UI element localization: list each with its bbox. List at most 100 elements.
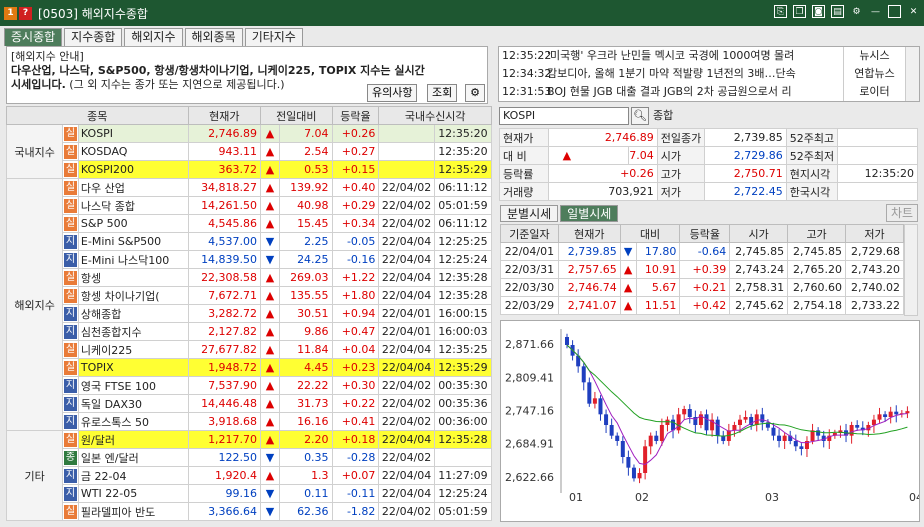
index-row[interactable]: 지금 22-04 1,920.4 ▲ 1.3 +0.07 22/04/04 11:27:09	[7, 466, 493, 485]
close-icon[interactable]: ✕	[907, 5, 920, 18]
index-row[interactable]: 지 WTI 22-05 99.16 ▼ 0.11 -0.11 22/04/04 12:25:2…	[7, 484, 493, 503]
col-time-header[interactable]: 국내수신시각	[378, 106, 492, 125]
candle-body	[793, 441, 798, 447]
index-row[interactable]: 해외지수 실 다우 산업 34,818.27 ▲ 139.92 +0.40 22/04/02 0…	[5, 178, 493, 431]
daily-row[interactable]: 22/03/30 2,746.74 ▲ 5.67 +0.21 2,758.31 2,760.…	[500, 278, 904, 297]
index-row[interactable]: 실 S&P 500 4,545.86 ▲ 15.45 +0.34 22/04/02 06:11…	[7, 214, 493, 233]
print-icon[interactable]: ▤	[831, 5, 844, 18]
tab-overseas-stocks[interactable]: 해외종목	[184, 28, 243, 46]
candle-body	[877, 414, 882, 420]
index-price: 1,920.4	[187, 466, 262, 485]
change-arrow: ▲	[260, 358, 280, 377]
daily-col-low[interactable]: 저가	[845, 224, 904, 243]
index-date: 22/04/01	[378, 304, 435, 323]
daily-col-rate[interactable]: 등락율	[679, 224, 731, 243]
x-tick-label: 04	[909, 491, 919, 504]
tab-minute-price[interactable]: 분별시세	[500, 205, 559, 222]
quote-high: 2,750.71	[704, 164, 787, 183]
index-row[interactable]: 실 나스닥 종합 14,261.50 ▲ 40.98 +0.29 22/04/02 05:01…	[7, 196, 493, 215]
daily-col-close[interactable]: 현재가	[557, 224, 621, 243]
help-badge[interactable]: ?	[19, 6, 32, 20]
index-row[interactable]: 지 독일 DAX30 14,446.48 ▲ 31.73 +0.22 22/04/02 00:…	[7, 394, 493, 413]
index-row[interactable]: 실 항셍 차이나기업(7,672.71 ▲ 135.55 +1.80 22/04/04 12…	[7, 286, 493, 305]
index-name: 금 22-04	[77, 466, 189, 485]
index-change: 2.54	[278, 142, 333, 161]
daily-scrollbar[interactable]	[904, 224, 918, 316]
daily-col-high[interactable]: 고가	[787, 224, 847, 243]
link-icon[interactable]: ⎘	[774, 5, 787, 18]
camera-icon[interactable]: ◙	[812, 5, 825, 18]
index-row[interactable]: 실 항셍 22,308.58 ▲ 269.03 +1.22 22/04/04 12:35:28	[7, 268, 493, 287]
index-date	[378, 160, 435, 179]
index-change: 16.16	[278, 412, 333, 431]
index-row[interactable]: 지 E-Mini S&P500 4,537.00 ▼ 2.25 -0.05 22/04/04…	[7, 232, 493, 251]
index-date: 22/04/02	[378, 448, 435, 467]
symbol-search-input[interactable]: KOSPI	[499, 107, 629, 125]
index-row[interactable]: 기타 실 원/달러 1,217.70 ▲ 2.20 +0.18 22/04/04 12:35:2…	[5, 430, 493, 521]
index-time	[433, 448, 493, 467]
tab-index-summary[interactable]: 지수종합	[64, 28, 123, 46]
news-row[interactable]: 12:31:53 BOJ 현물 JGB 대출 결과 JGB의 2차 공급원으로서 …	[499, 83, 919, 101]
copy-icon[interactable]: ❐	[793, 5, 806, 18]
daily-col-change[interactable]: 대비	[619, 224, 681, 243]
quote-open: 2,729.86	[704, 146, 787, 165]
candle-body	[659, 425, 664, 441]
settings-icon[interactable]: ⚙	[465, 84, 485, 102]
chart-button[interactable]: 차트	[886, 204, 918, 222]
daily-date: 22/03/31	[500, 260, 559, 279]
col-rate-header[interactable]: 등락율	[331, 106, 380, 125]
gear-icon[interactable]: ⚙	[850, 5, 863, 18]
news-row[interactable]: 12:35:22 '미국행' 우크라 난민들 멕시코 국경에 1000여명 몰려 뉴…	[499, 47, 919, 65]
caution-button[interactable]: 유의사항	[367, 84, 418, 102]
quote-label-volume: 거래량	[499, 182, 549, 201]
news-scrollbar[interactable]	[905, 47, 919, 101]
index-date	[378, 142, 435, 161]
change-arrow: ▲	[260, 142, 280, 161]
col-price-header[interactable]: 현재가	[187, 106, 262, 125]
news-row[interactable]: 12:34:32 캄보디아, 올해 1분기 마약 적발량 1년전의 3배…단속 연합…	[499, 65, 919, 83]
index-rate: -0.28	[331, 448, 380, 467]
change-arrow: ▲	[260, 430, 280, 449]
tab-other-index[interactable]: 기타지수	[244, 28, 303, 46]
index-row[interactable]: 실 TOPIX 1,948.72 ▲ 4.45 +0.23 22/04/04 12:35:29	[7, 358, 493, 377]
x-tick-label: 03	[765, 491, 779, 504]
index-row[interactable]: 지 심천종합지수 2,127.82 ▲ 9.86 +0.47 22/04/01 16:00:0…	[7, 322, 493, 341]
change-arrow: ▲	[260, 394, 280, 413]
tab-overseas-index[interactable]: 해외지수	[124, 28, 183, 46]
query-button[interactable]: 조회	[427, 84, 458, 102]
daily-open: 2,745.85	[729, 242, 789, 261]
realtime-tag: 실	[64, 199, 78, 213]
daily-row[interactable]: 22/03/31 2,757.65 ▲ 10.91 +0.39 2,743.24 2,765…	[500, 260, 904, 279]
price-chart: 2,871.66 2,809.41 2,747.16 2,684.91 2,622.66…	[500, 320, 923, 522]
tab-daily-price[interactable]: 일별시세	[560, 205, 619, 222]
index-row[interactable]: 실 니케이225 27,677.82 ▲ 11.84 +0.04 22/04/04 12:35…	[7, 340, 493, 359]
index-row[interactable]: 국내지수 실 KOSPI 2,746.89 ▲ 7.04 +0.26 12:35:20	[5, 124, 493, 179]
index-row[interactable]: 실 필라델피아 반도 3,366.64 ▼ 62.36 -1.82 22/04/02 05:0…	[7, 502, 493, 521]
index-rate: -0.05	[331, 232, 380, 251]
change-arrow: ▲	[260, 466, 280, 485]
realtime-tag: 실	[64, 289, 78, 303]
col-change-header[interactable]: 전일대비	[260, 106, 333, 125]
col-name-header[interactable]: 종목	[6, 106, 189, 125]
index-row[interactable]: 실 KOSDAQ 943.11 ▲ 2.54 +0.27 12:35:20	[7, 142, 493, 161]
daily-change: 10.91	[635, 260, 681, 279]
index-change: 4.45	[278, 358, 333, 377]
index-row[interactable]: 종 일본 엔/달러 122.50 ▼ 0.35 -0.28 22/04/02	[7, 448, 493, 467]
daily-col-date[interactable]: 기준일자	[500, 224, 559, 243]
search-icon[interactable]: 🔍︎	[631, 107, 649, 125]
index-name: TOPIX	[77, 358, 189, 377]
tab-market-summary[interactable]: 증시종합	[4, 28, 63, 46]
daily-col-open[interactable]: 시가	[729, 224, 789, 243]
news-list: 12:35:22 '미국행' 우크라 난민들 멕시코 국경에 1000여명 몰려 뉴…	[498, 46, 920, 102]
daily-row[interactable]: 22/04/01 2,739.85 ▼ 17.80 -0.64 2,745.85 2,745…	[500, 242, 904, 261]
daily-row[interactable]: 22/03/29 2,741.07 ▲ 11.51 +0.42 2,745.62 2,754…	[500, 296, 904, 315]
index-row[interactable]: 지 E-Mini 나스닥100 14,839.50 ▼ 24.25 -0.16 22/04/…	[7, 250, 493, 269]
maximize-icon[interactable]	[888, 5, 901, 18]
index-row[interactable]: 지 유로스톡스 50 3,918.68 ▲ 16.16 +0.41 22/04/02 00:3…	[7, 412, 493, 431]
index-row[interactable]: 실 KOSPI200 363.72 ▲ 0.53 +0.15 12:35:29	[7, 160, 493, 179]
minimize-icon[interactable]: —	[869, 5, 882, 18]
change-arrow: ▲	[260, 178, 280, 197]
quote-prev-close: 2,739.85	[704, 128, 787, 147]
index-row[interactable]: 지 영국 FTSE 100 7,537.90 ▲ 22.22 +0.30 22/04/02 0…	[7, 376, 493, 395]
index-row[interactable]: 지 상해종합 3,282.72 ▲ 30.51 +0.94 22/04/01 16:00:15	[7, 304, 493, 323]
